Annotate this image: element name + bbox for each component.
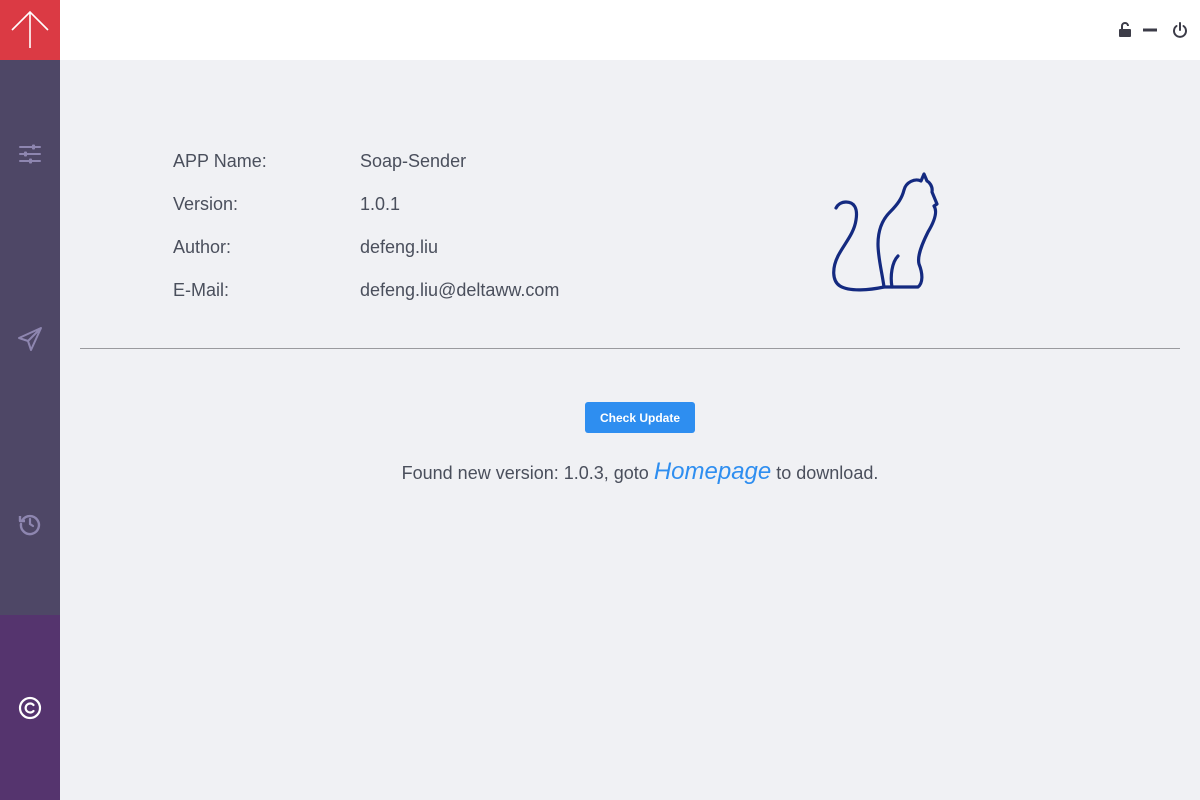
- app-name-label: APP Name:: [173, 151, 267, 171]
- about-panel: APP Name: Soap-Sender Version: 1.0.1 Aut…: [60, 60, 1200, 800]
- sidebar: [0, 0, 60, 800]
- sidebar-item-send[interactable]: [0, 309, 60, 369]
- sidebar-item-history[interactable]: [0, 494, 60, 554]
- copyright-icon: [18, 696, 42, 719]
- minimize-button[interactable]: [1140, 20, 1160, 40]
- lock-button[interactable]: [1115, 20, 1135, 40]
- power-button[interactable]: [1170, 20, 1190, 40]
- update-message-prefix: Found new version: 1.0.3, goto: [401, 463, 649, 483]
- app-logo[interactable]: [0, 0, 60, 60]
- author-label: Author:: [173, 237, 232, 257]
- title-bar: [60, 0, 1200, 60]
- version-value: 1.0.1: [360, 194, 401, 214]
- send-icon: [18, 327, 42, 351]
- unlock-icon: [1119, 22, 1131, 37]
- email-value: defeng.liu@deltaww.com: [360, 280, 560, 300]
- sidebar-item-about[interactable]: [0, 615, 60, 800]
- divider: [80, 348, 1180, 349]
- cat-icon: [832, 172, 939, 292]
- version-label: Version:: [173, 194, 239, 214]
- check-update-button[interactable]: Check Update: [585, 402, 695, 433]
- author-value: defeng.liu: [360, 237, 439, 257]
- power-icon: [1173, 22, 1187, 38]
- minimize-icon: [1143, 28, 1157, 32]
- homepage-link[interactable]: Homepage: [654, 458, 771, 485]
- sliders-icon: [19, 144, 41, 164]
- app-name-value: Soap-Sender: [360, 151, 467, 171]
- email-label: E-Mail:: [173, 280, 230, 300]
- update-message: Found new version: 1.0.3, goto Homepage …: [60, 458, 1200, 486]
- history-icon: [18, 514, 41, 536]
- update-message-suffix: to download.: [776, 463, 879, 483]
- upload-arrow-icon: [11, 10, 49, 48]
- sidebar-item-settings[interactable]: [0, 124, 60, 184]
